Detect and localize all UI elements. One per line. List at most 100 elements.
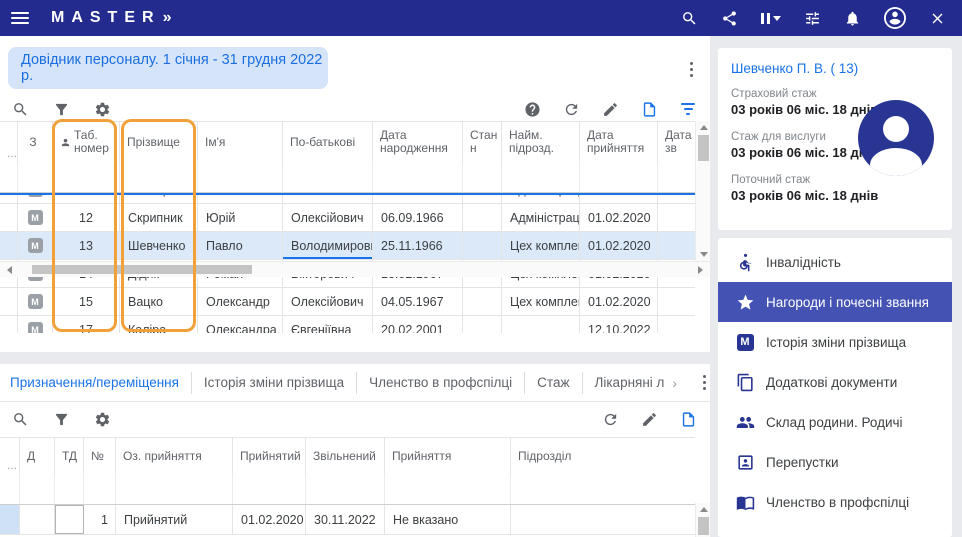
close-icon[interactable] bbox=[929, 10, 946, 27]
settings-gear-icon[interactable] bbox=[92, 409, 112, 429]
tabs-scroll-right-icon[interactable]: › bbox=[672, 375, 677, 391]
scroll-up-icon[interactable] bbox=[696, 121, 711, 134]
vertical-scrollbar[interactable] bbox=[695, 503, 710, 537]
tabs-kebab-menu-icon[interactable] bbox=[699, 371, 710, 394]
edit-pencil-icon[interactable] bbox=[600, 99, 620, 119]
scroll-up-icon[interactable] bbox=[696, 503, 711, 516]
horizontal-scrollbar[interactable] bbox=[0, 261, 710, 277]
column-header-tab-number[interactable]: Таб. номер bbox=[53, 122, 120, 162]
edit-pencil-icon[interactable] bbox=[639, 409, 659, 429]
tab-seniority[interactable]: Стаж bbox=[525, 372, 582, 394]
tab-assignments[interactable]: Призначення/переміщення bbox=[0, 372, 192, 394]
table-row[interactable]: M 12 Скрипник Юрій Олексійович 06.09.196… bbox=[0, 204, 695, 232]
menu-item-union-membership[interactable]: Членство в профспілці bbox=[718, 482, 952, 522]
record-type-badge: M bbox=[28, 322, 43, 333]
column-header-birthdate[interactable]: Дата народження bbox=[373, 122, 463, 162]
column-header-surname[interactable]: Прізвище bbox=[120, 122, 198, 162]
filter-row[interactable] bbox=[0, 162, 695, 193]
menu-item-awards[interactable]: Нагороди і почесні звання bbox=[718, 282, 952, 322]
menu-icon[interactable] bbox=[11, 12, 29, 24]
header-ellipsis[interactable]: ... bbox=[0, 438, 20, 474]
table-header-row: ... Д ТД № Оз. прийняття Прийнятий Звіль… bbox=[0, 437, 695, 474]
table-row-selected[interactable]: M 13 Шевченко Павло Володимирович 25.11.… bbox=[0, 232, 695, 260]
help-icon[interactable] bbox=[522, 99, 542, 119]
employee-avatar bbox=[858, 100, 934, 176]
refresh-icon[interactable] bbox=[600, 409, 620, 429]
table-row[interactable]: M 15 Вацко Олександр Олексійович 04.05.1… bbox=[0, 288, 695, 316]
scrollbar-thumb[interactable] bbox=[32, 265, 252, 274]
id-badge-icon bbox=[735, 452, 755, 472]
scrollbar-thumb[interactable] bbox=[698, 135, 709, 161]
current-seniority-stat: Поточний стаж 03 років 06 міс. 18 днів bbox=[731, 174, 878, 203]
column-header-td[interactable]: ТД bbox=[55, 438, 84, 474]
menu-item-surname-history[interactable]: M Історія зміни прізвища bbox=[718, 322, 952, 362]
pause-dropdown-icon[interactable] bbox=[761, 13, 781, 24]
menu-item-family[interactable]: Склад родини. Родичі bbox=[718, 402, 952, 442]
column-header-name[interactable]: Ім'я bbox=[198, 122, 283, 162]
menu-item-disability[interactable]: Інвалідність bbox=[718, 242, 952, 282]
document-icon[interactable] bbox=[678, 409, 698, 429]
header-ellipsis[interactable]: ... bbox=[0, 122, 18, 162]
column-header-hire-type[interactable]: Оз. прийняття bbox=[116, 438, 233, 474]
column-header-number[interactable]: № bbox=[84, 438, 116, 474]
document-icon[interactable] bbox=[639, 99, 659, 119]
user-avatar-icon[interactable] bbox=[884, 7, 906, 29]
people-group-icon bbox=[735, 412, 755, 432]
column-header-status[interactable]: Стан н bbox=[463, 122, 502, 162]
filter-row[interactable] bbox=[0, 474, 695, 505]
tab-union-membership[interactable]: Членство в профспілці bbox=[357, 372, 525, 394]
employee-summary-card: Шевченко П. В. ( 13) Страховий стаж 03 р… bbox=[718, 48, 952, 230]
row-scroll-indicator bbox=[0, 193, 695, 195]
column-header-acceptance[interactable]: Прийняття bbox=[385, 438, 511, 474]
scroll-right-icon[interactable] bbox=[693, 262, 708, 277]
panel-kebab-menu-icon[interactable] bbox=[686, 58, 697, 81]
employee-sections-menu: Інвалідність Нагороди і почесні звання M… bbox=[718, 238, 952, 537]
detail-tabs: Призначення/переміщення Історія зміни пр… bbox=[0, 364, 710, 402]
wheelchair-icon bbox=[735, 252, 755, 272]
column-header-department[interactable]: Підрозділ bbox=[511, 438, 695, 474]
refresh-icon[interactable] bbox=[561, 99, 581, 119]
notifications-bell-icon[interactable] bbox=[844, 10, 861, 27]
table-row-selected[interactable]: 1 Прийнятий 01.02.2020 30.11.2022 Не вка… bbox=[0, 505, 695, 535]
record-type-badge: M bbox=[28, 238, 43, 253]
share-icon[interactable] bbox=[721, 10, 738, 27]
settings-gear-icon[interactable] bbox=[92, 99, 112, 119]
column-header-record[interactable]: З bbox=[18, 122, 53, 162]
app-root: MASTER » bbox=[0, 0, 962, 537]
column-header-hire-date[interactable]: Дата прийняття bbox=[580, 122, 658, 162]
column-header-dismiss-date[interactable]: Дата зв bbox=[658, 122, 695, 162]
panel-title-tab[interactable]: Довідник персоналу. 1 січня - 31 грудня … bbox=[8, 47, 328, 89]
search-icon[interactable] bbox=[10, 99, 30, 119]
tune-icon[interactable] bbox=[804, 10, 821, 27]
filter-list-icon[interactable] bbox=[678, 99, 698, 119]
scroll-left-icon[interactable] bbox=[2, 262, 17, 277]
row-selection-marker bbox=[0, 505, 20, 534]
vertical-scrollbar[interactable] bbox=[695, 121, 710, 261]
menu-item-passes[interactable]: Перепустки bbox=[718, 442, 952, 482]
insurance-seniority-stat: Страховий стаж 03 років 06 міс. 18 днів bbox=[731, 88, 878, 117]
search-icon[interactable] bbox=[10, 409, 30, 429]
filter-funnel-icon[interactable] bbox=[51, 409, 71, 429]
column-header-dismissed[interactable]: Звільнений bbox=[306, 438, 385, 474]
app-logo: MASTER bbox=[51, 9, 161, 27]
tab-sick-leaves[interactable]: Лікарняні л bbox=[583, 372, 677, 394]
column-header-department[interactable]: Найм. підрозд. bbox=[502, 122, 580, 162]
record-type-badge: M bbox=[28, 294, 43, 309]
focused-cell[interactable] bbox=[55, 505, 84, 534]
logo-arrows: » bbox=[163, 9, 172, 27]
search-icon[interactable] bbox=[681, 10, 698, 27]
star-icon bbox=[735, 292, 755, 312]
employee-name-link[interactable]: Шевченко П. В. ( 13) bbox=[731, 61, 858, 76]
assignments-table: ... Д ТД № Оз. прийняття Прийнятий Звіль… bbox=[0, 437, 710, 535]
menu-item-additional-documents[interactable]: Додаткові документи bbox=[718, 362, 952, 402]
focused-cell: Володимирович bbox=[283, 232, 373, 259]
column-header-d[interactable]: Д bbox=[20, 438, 55, 474]
scrollbar-thumb[interactable] bbox=[698, 517, 709, 535]
table-row[interactable]: M 17 Каліра Олександра Євгеніївна 20.02.… bbox=[0, 316, 695, 333]
tab-surname-history[interactable]: Історія зміни прізвища bbox=[192, 372, 357, 394]
scroll-down-icon[interactable] bbox=[696, 248, 711, 261]
personnel-directory-panel: Довідник персоналу. 1 січня - 31 грудня … bbox=[0, 36, 710, 352]
filter-funnel-icon[interactable] bbox=[51, 99, 71, 119]
column-header-hired[interactable]: Прийнятий bbox=[233, 438, 306, 474]
column-header-patronymic[interactable]: По-батькові bbox=[283, 122, 373, 162]
